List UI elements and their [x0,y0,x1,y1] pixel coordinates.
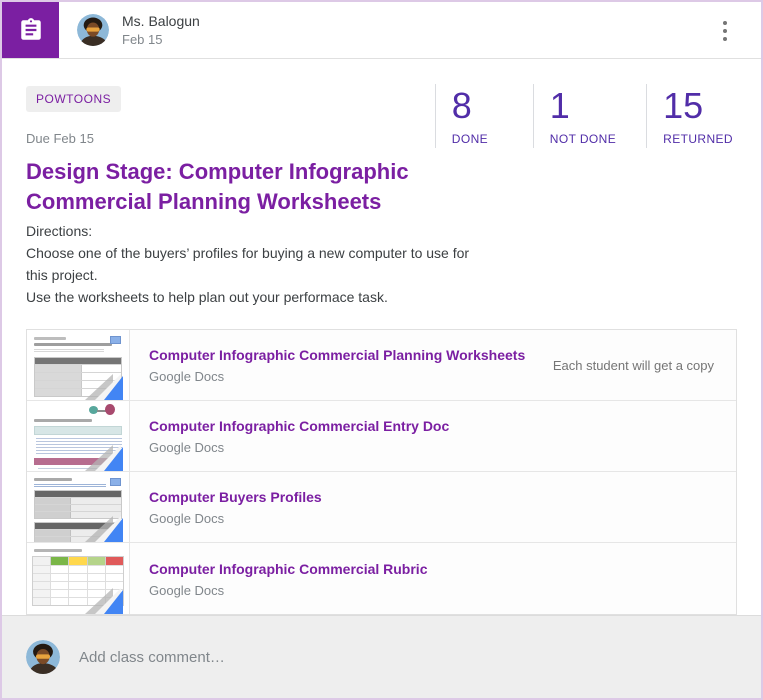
attachment-type: Google Docs [149,583,427,598]
post-date: Feb 15 [122,31,200,48]
attachment-row[interactable]: Computer Infographic Commercial Planning… [27,330,736,401]
stat-returned[interactable]: 15 RETURNED [646,84,737,148]
kebab-dot [723,21,727,25]
doc-thumbnail [27,401,130,471]
folded-blue-corner-icon [85,516,129,542]
doc-thumbnail [27,472,130,542]
stat-returned-label: RETURNED [663,132,733,146]
doc-image-icon [110,336,121,344]
doc-thumbnail [27,330,130,400]
description-line: Use the worksheets to help plan out your… [26,286,478,308]
stat-done-value: 8 [452,86,503,126]
assignment-content: 8 DONE 1 NOT DONE 15 RETURNED POWTOONS D… [2,59,761,615]
stat-not-done-value: 1 [550,86,616,126]
add-class-comment-input[interactable] [79,649,737,666]
doc-art-icon [89,404,115,416]
description-line: Choose one of the buyers’ profiles for b… [26,242,478,286]
assignment-card: Ms. Balogun Feb 15 8 DONE 1 NOT DONE 15 … [0,0,763,700]
doc-thumbnail [27,543,130,614]
attachment-link[interactable]: Computer Infographic Commercial Planning… [149,346,525,364]
attachment-row[interactable]: Computer Infographic Commercial Entry Do… [27,401,736,472]
teacher-avatar [77,14,109,46]
description-line: Directions: [26,220,478,242]
card-header: Ms. Balogun Feb 15 [2,2,761,59]
attachment-copy-note: Each student will get a copy [553,358,736,373]
class-comment-bar [2,615,761,698]
assignment-type-box [2,2,59,58]
attachment-type: Google Docs [149,369,525,384]
attachment-link[interactable]: Computer Buyers Profiles [149,488,322,506]
assignment-title: Design Stage: Computer Infographic Comme… [26,157,476,217]
folded-blue-corner-icon [85,588,129,614]
attachment-list: Computer Infographic Commercial Planning… [26,329,737,615]
stat-not-done[interactable]: 1 NOT DONE [533,84,620,148]
stat-returned-value: 15 [663,86,733,126]
topic-badge[interactable]: POWTOONS [26,86,121,112]
doc-image-icon [110,478,121,486]
attachment-link[interactable]: Computer Infographic Commercial Entry Do… [149,417,449,435]
assignment-clipboard-icon [18,17,44,43]
folded-blue-corner-icon [85,374,129,400]
folded-blue-corner-icon [85,445,129,471]
attachment-type: Google Docs [149,511,322,526]
submission-stats: 8 DONE 1 NOT DONE 15 RETURNED [409,84,737,148]
commenter-avatar [26,640,60,674]
stat-not-done-label: NOT DONE [550,132,616,146]
stat-done[interactable]: 8 DONE [435,84,507,148]
attachment-type: Google Docs [149,440,449,455]
more-options-button[interactable] [717,21,733,41]
stat-done-label: DONE [452,132,503,146]
attachment-row[interactable]: Computer Buyers Profiles Google Docs [27,472,736,543]
attachment-link[interactable]: Computer Infographic Commercial Rubric [149,560,427,578]
attachment-row[interactable]: Computer Infographic Commercial Rubric G… [27,543,736,614]
author-name: Ms. Balogun [122,12,200,31]
kebab-dot [723,29,727,33]
kebab-dot [723,37,727,41]
assignment-description: Directions: Choose one of the buyers’ pr… [26,220,478,308]
